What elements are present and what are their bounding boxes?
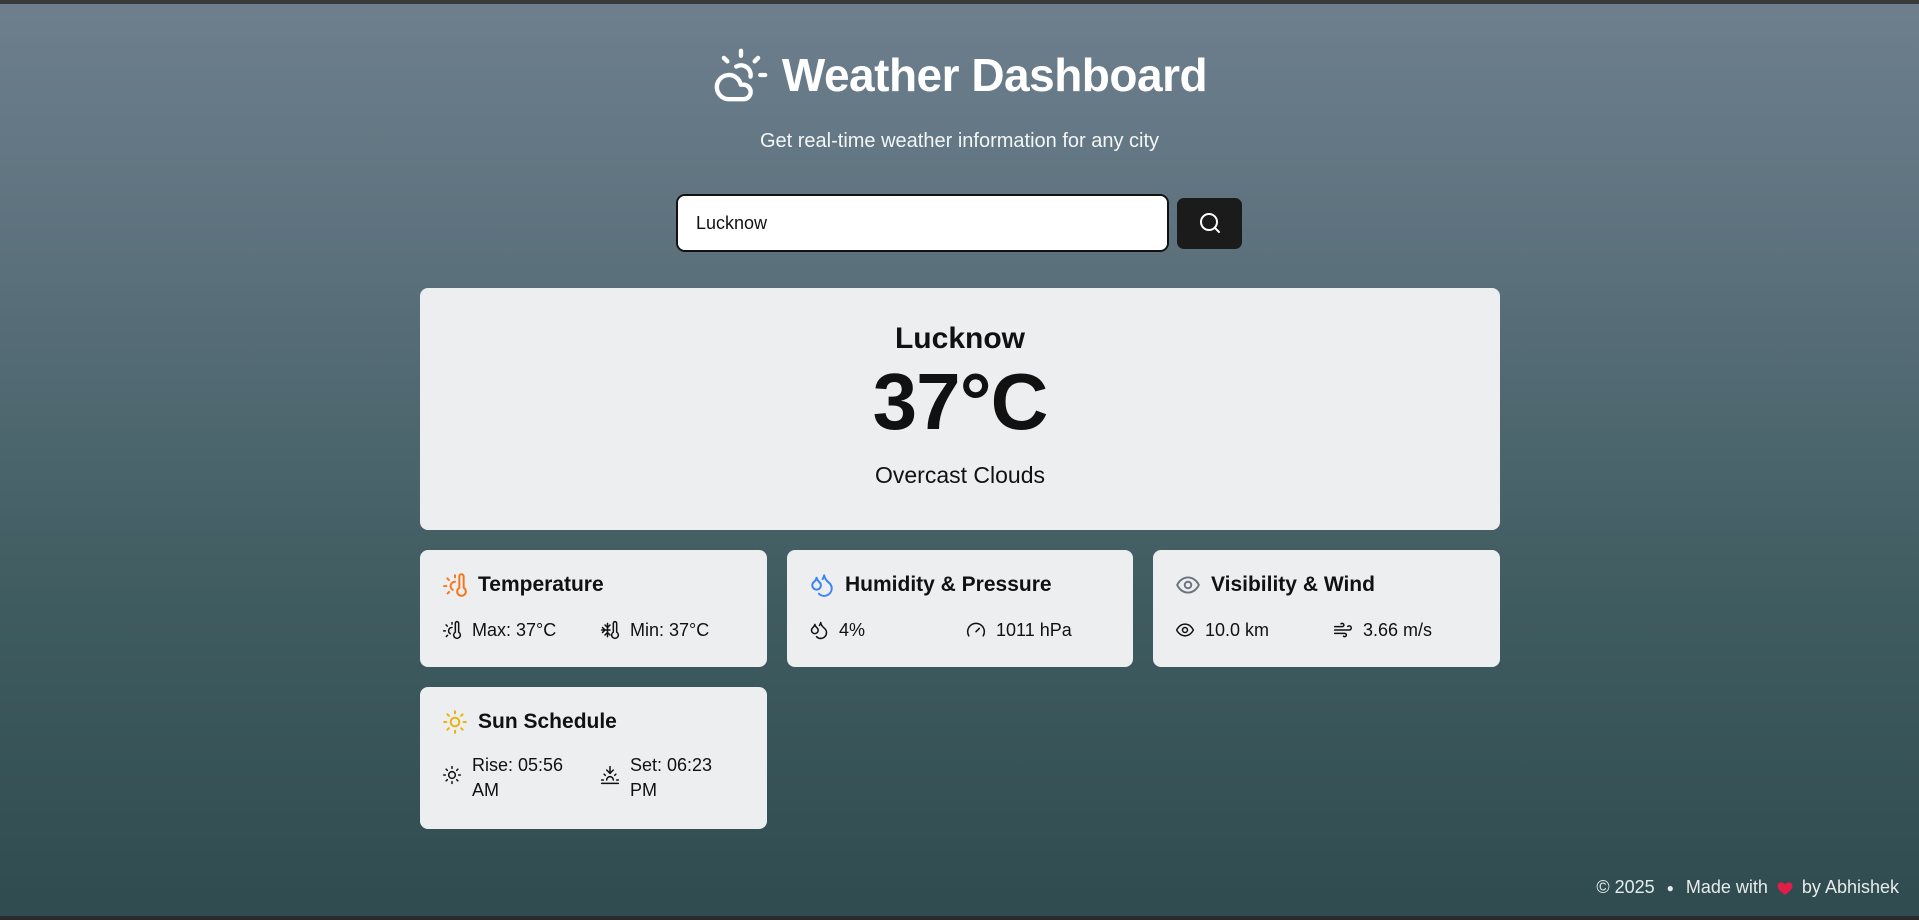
sunset: Set: 06:23 PM xyxy=(600,753,712,803)
min-temp-value: Min: 37°C xyxy=(630,620,710,640)
sunset-time: Set: 06:23 xyxy=(630,755,713,775)
page-subtitle: Get real-time weather information for an… xyxy=(759,130,1160,152)
eye-icon xyxy=(1175,623,1195,637)
sunrise-value: Rise: 05:56 AM xyxy=(472,753,563,803)
city-name: Lucknow xyxy=(894,322,1025,355)
pressure-value: 1011 hPa xyxy=(996,620,1072,640)
eye-icon xyxy=(1176,576,1200,594)
separator-dot: ● xyxy=(1666,880,1674,895)
app-header: Weather Dashboard xyxy=(0,46,1919,104)
min-temp: Min: 37°C xyxy=(600,618,709,643)
footer: © 2025 ● Made with by Abhishek xyxy=(1596,877,1899,898)
made-with-label: Made with xyxy=(1685,877,1768,897)
cloud-sun-icon xyxy=(714,48,768,102)
droplets-icon xyxy=(810,621,828,640)
sunset-ampm: PM xyxy=(630,780,657,800)
sunset-value: Set: 06:23 PM xyxy=(630,753,712,803)
search-bar xyxy=(676,194,1242,252)
sunset-icon xyxy=(600,765,620,785)
visibility-card-title: Visibility & Wind xyxy=(1211,573,1375,596)
wind-value: 3.66 m/s xyxy=(1363,620,1433,640)
copyright: © 2025 xyxy=(1596,877,1655,897)
max-temp-value: Max: 37°C xyxy=(472,620,557,640)
weather-description: Overcast Clouds xyxy=(874,462,1045,488)
search-button[interactable] xyxy=(1177,197,1242,249)
author-label: by Abhishek xyxy=(1801,877,1899,897)
sun-icon xyxy=(443,710,467,734)
search-icon xyxy=(1199,213,1220,233)
heart-icon xyxy=(1777,881,1793,895)
temperature-card-title: Temperature xyxy=(478,573,604,596)
droplets-icon xyxy=(811,574,833,597)
thermometer-snowflake-icon xyxy=(600,620,620,640)
humidity-card-title: Humidity & Pressure xyxy=(845,573,1052,596)
current-weather-card: Lucknow 37°C Overcast Clouds xyxy=(420,288,1500,530)
current-temperature: 37°C xyxy=(872,357,1049,446)
sun-card-title: Sun Schedule xyxy=(478,710,617,733)
visibility-wind-card: Visibility & Wind 10.0 km 3.66 m/s xyxy=(1153,550,1500,667)
sunrise-time: Rise: 05:56 xyxy=(472,755,564,775)
wind: 3.66 m/s xyxy=(1333,618,1432,643)
wind-icon xyxy=(1333,622,1353,638)
sunrise: Rise: 05:56 AM xyxy=(442,753,600,803)
humidity-value: 4% xyxy=(839,620,866,640)
temperature-card: Temperature Max: 37°C Min: 37°C xyxy=(420,550,767,667)
visibility: 10.0 km xyxy=(1175,618,1333,643)
max-temp: Max: 37°C xyxy=(442,618,600,643)
city-search-input[interactable] xyxy=(676,194,1169,252)
humidity: 4% xyxy=(809,618,966,643)
visibility-value: 10.0 km xyxy=(1205,620,1270,640)
thermometer-sun-icon xyxy=(443,573,467,597)
sunrise-ampm: AM xyxy=(472,780,499,800)
gauge-icon xyxy=(966,622,986,637)
page-title: Weather Dashboard xyxy=(781,49,1208,101)
sun-icon xyxy=(442,765,462,785)
pressure: 1011 hPa xyxy=(966,618,1072,643)
humidity-pressure-card: Humidity & Pressure 4% 1011 hPa xyxy=(787,550,1133,667)
sun-schedule-card: Sun Schedule Rise: 05:56 AM Set: 06:23 PM xyxy=(420,687,767,829)
thermometer-sun-icon xyxy=(442,620,462,640)
